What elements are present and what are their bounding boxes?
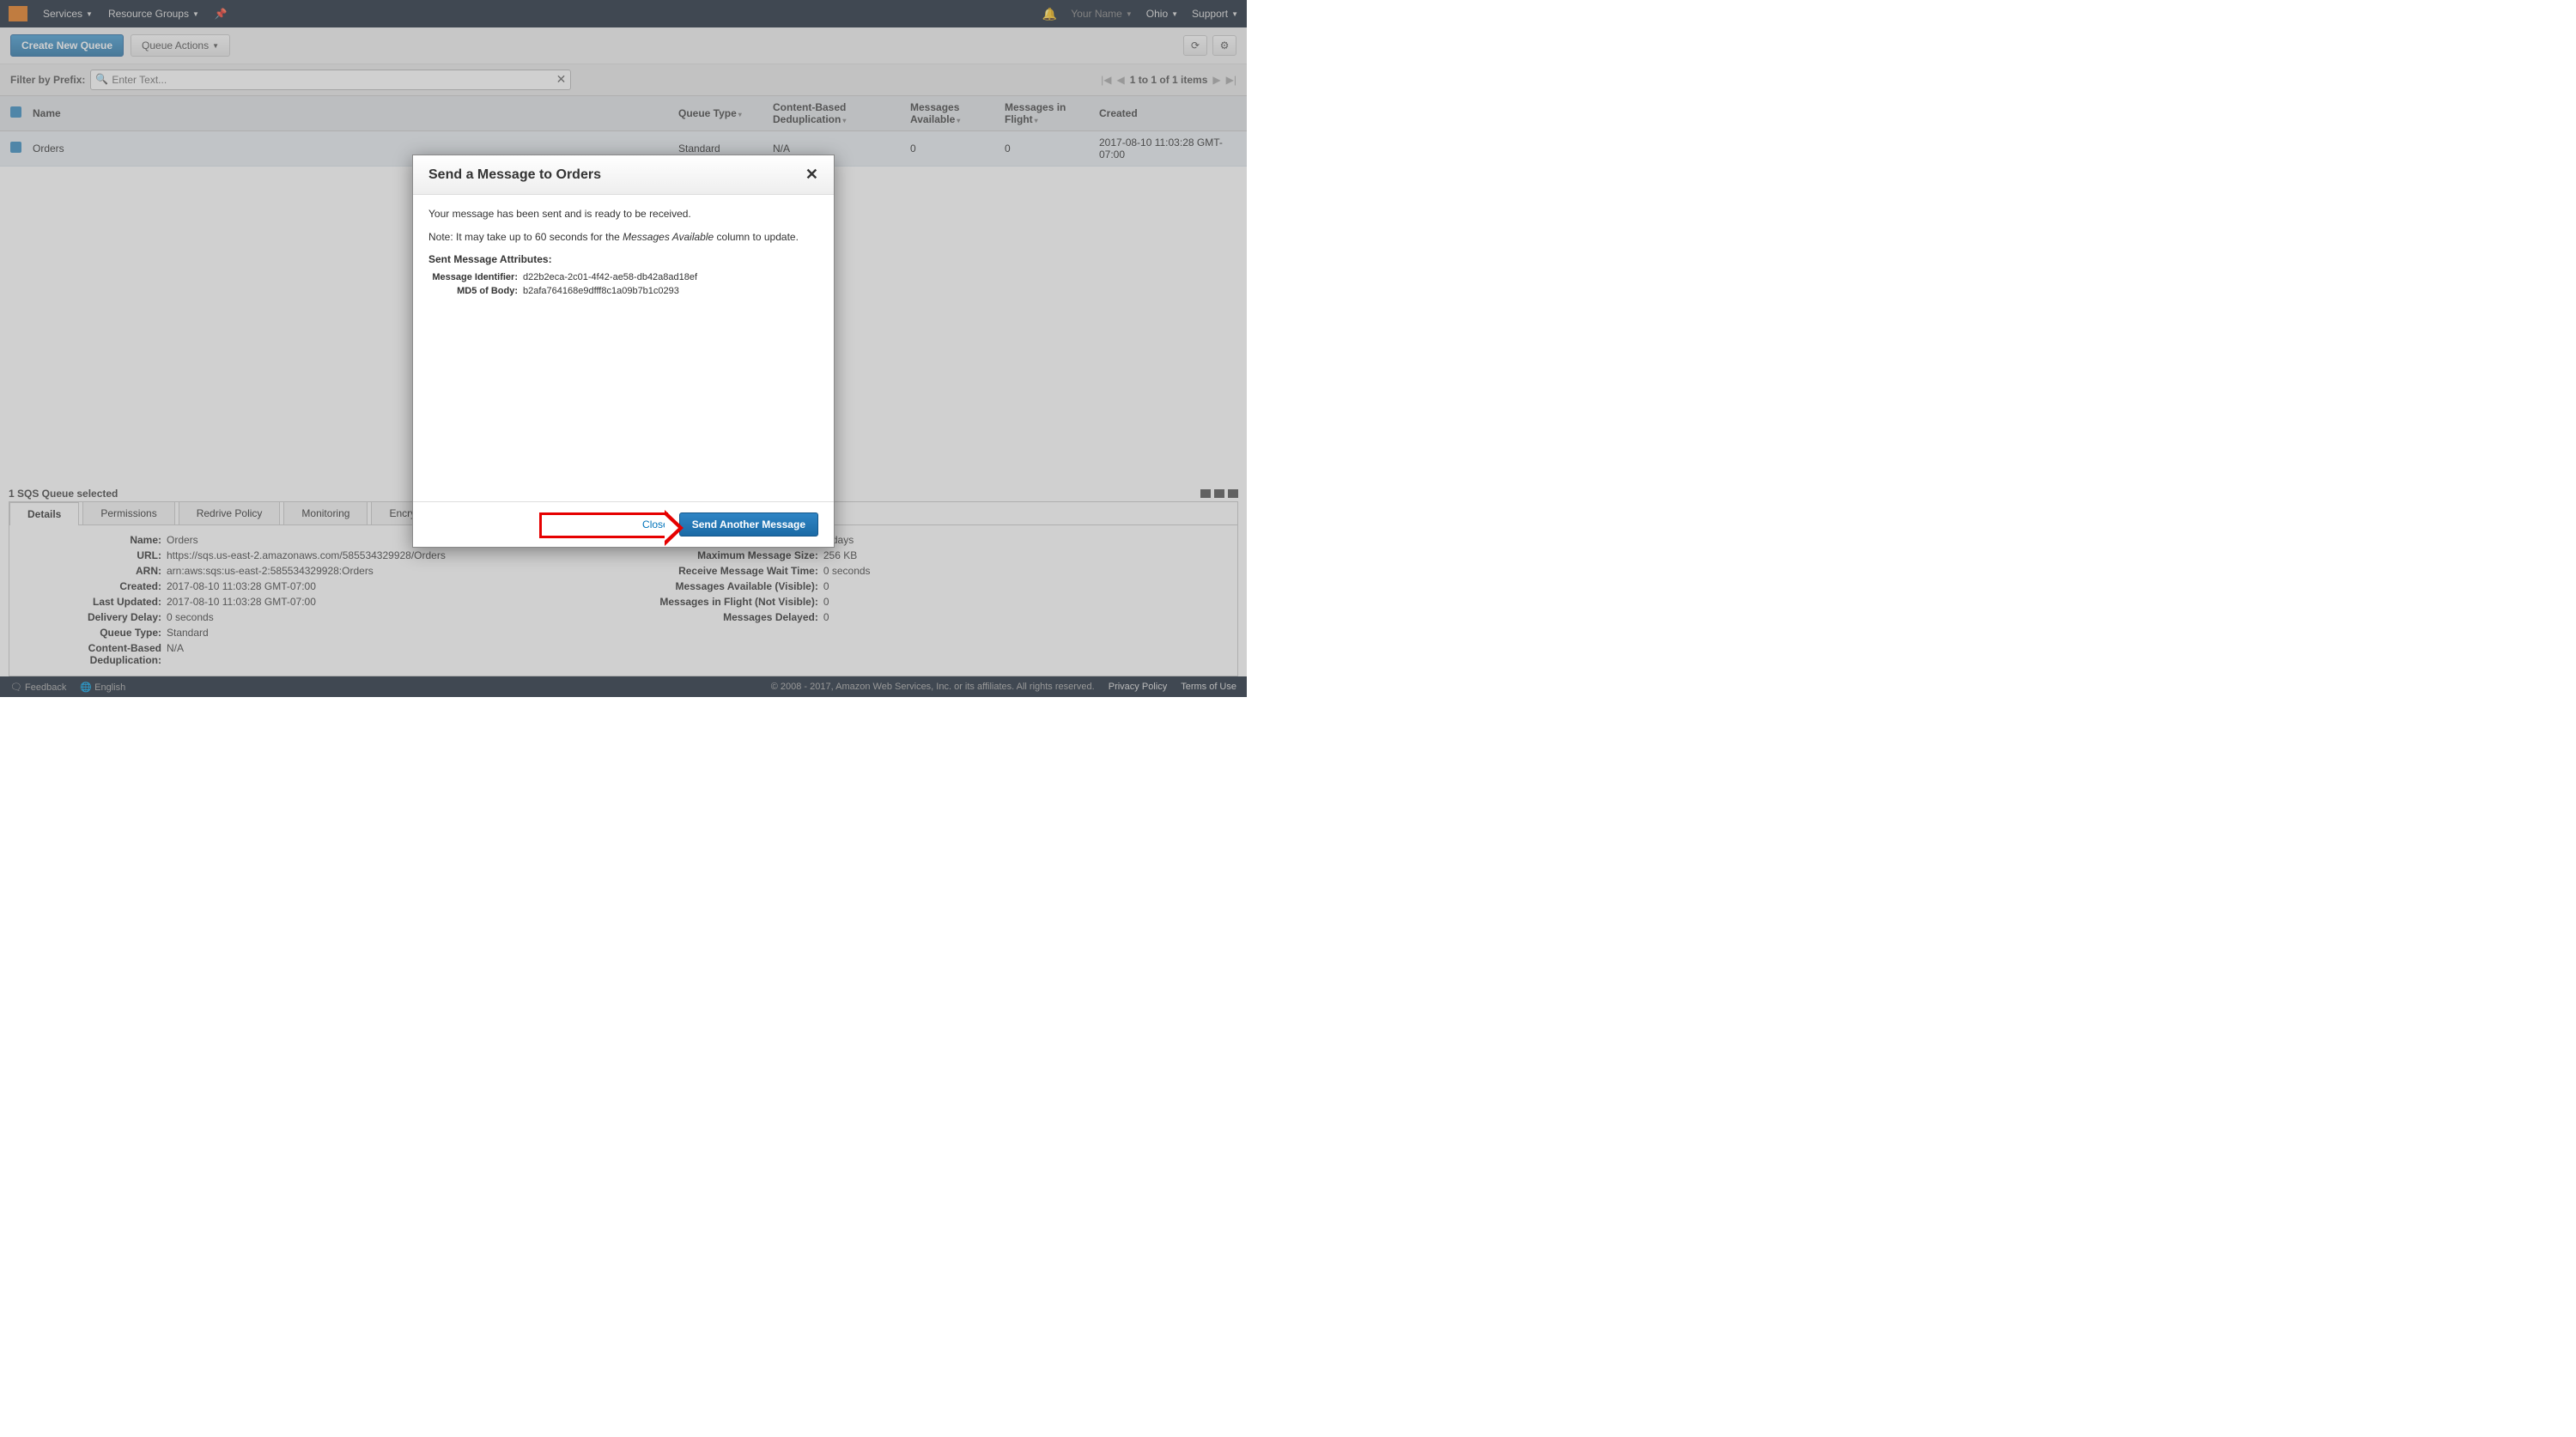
modal-line2b: Messages Available: [623, 231, 714, 243]
modal-line2a: Note: It may take up to 60 seconds for t…: [428, 231, 623, 243]
attr-value: d22b2eca-2c01-4f42-ae58-db42a8ad18ef: [523, 272, 697, 282]
modal-body: Your message has been sent and is ready …: [413, 195, 834, 501]
modal-title: Send a Message to Orders: [428, 167, 601, 183]
modal-line1: Your message has been sent and is ready …: [428, 207, 818, 221]
send-another-button[interactable]: Send Another Message: [679, 512, 818, 537]
modal-header: Send a Message to Orders ✕: [413, 155, 834, 195]
close-icon[interactable]: ✕: [805, 166, 818, 184]
attr-label: Message Identifier:: [428, 272, 523, 282]
attr-value: b2afa764168e9dfff8c1a09b7b1c0293: [523, 286, 679, 296]
attrs-heading: Sent Message Attributes:: [428, 253, 818, 265]
modal-line2c: column to update.: [714, 231, 799, 243]
annotation-arrow: [539, 512, 668, 538]
modal-line2: Note: It may take up to 60 seconds for t…: [428, 230, 818, 245]
attr-label: MD5 of Body:: [428, 286, 523, 296]
send-message-modal: Send a Message to Orders ✕ Your message …: [412, 155, 835, 548]
